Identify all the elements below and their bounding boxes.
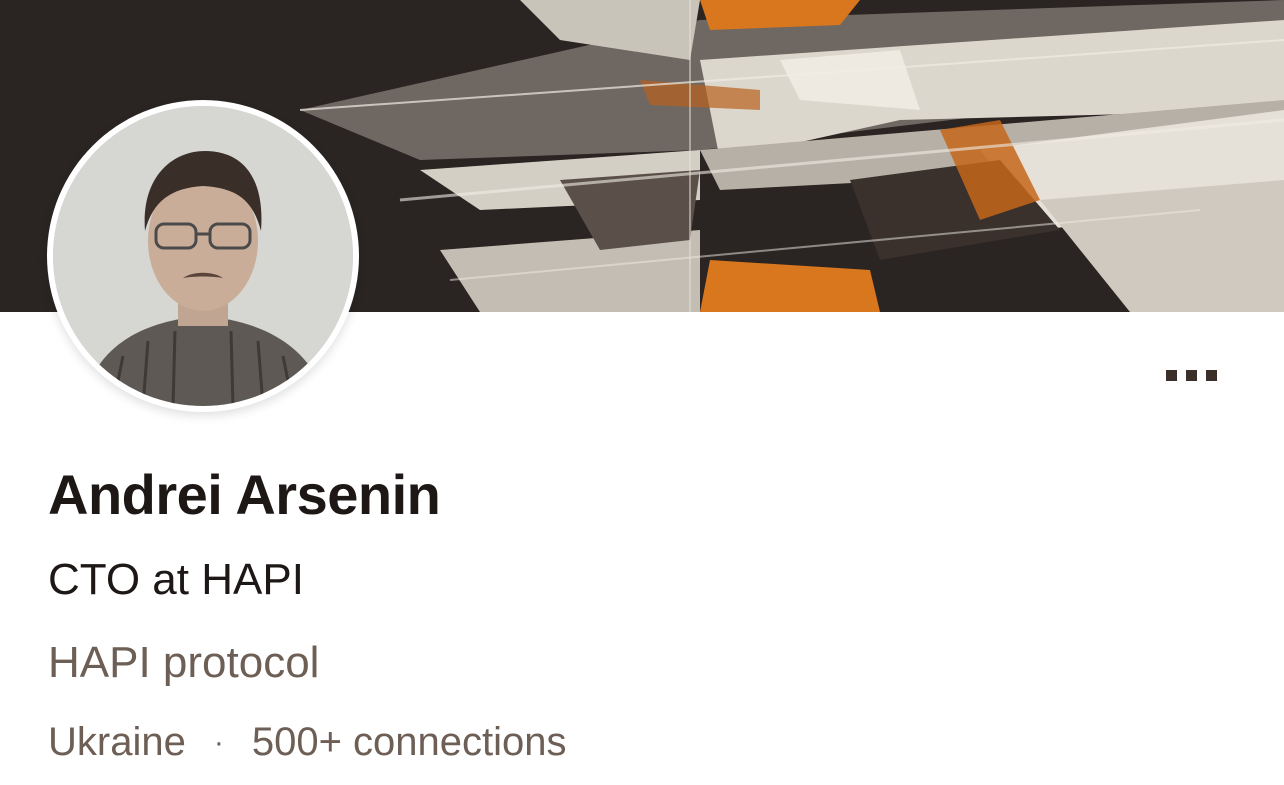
more-actions-button[interactable]: [1150, 355, 1232, 395]
profile-company-link[interactable]: HAPI protocol: [48, 638, 319, 688]
connections-link[interactable]: 500+ connections: [252, 720, 567, 765]
more-horizontal-icon-dot: [1205, 369, 1217, 381]
profile-avatar[interactable]: [47, 100, 359, 412]
profile-meta: Ukraine · 500+ connections: [48, 720, 567, 765]
profile-location: Ukraine: [48, 720, 186, 764]
person-photo-icon: [53, 106, 353, 406]
profile-headline: CTO at HAPI: [48, 555, 304, 604]
more-horizontal-icon-dot: [1185, 369, 1197, 381]
more-horizontal-icon: [1165, 369, 1177, 381]
profile-page: Andrei Arsenin CTO at HAPI HAPI protocol…: [0, 0, 1284, 785]
meta-separator: ·: [213, 725, 224, 759]
avatar-photo: [53, 106, 353, 406]
profile-name: Andrei Arsenin: [48, 463, 441, 526]
